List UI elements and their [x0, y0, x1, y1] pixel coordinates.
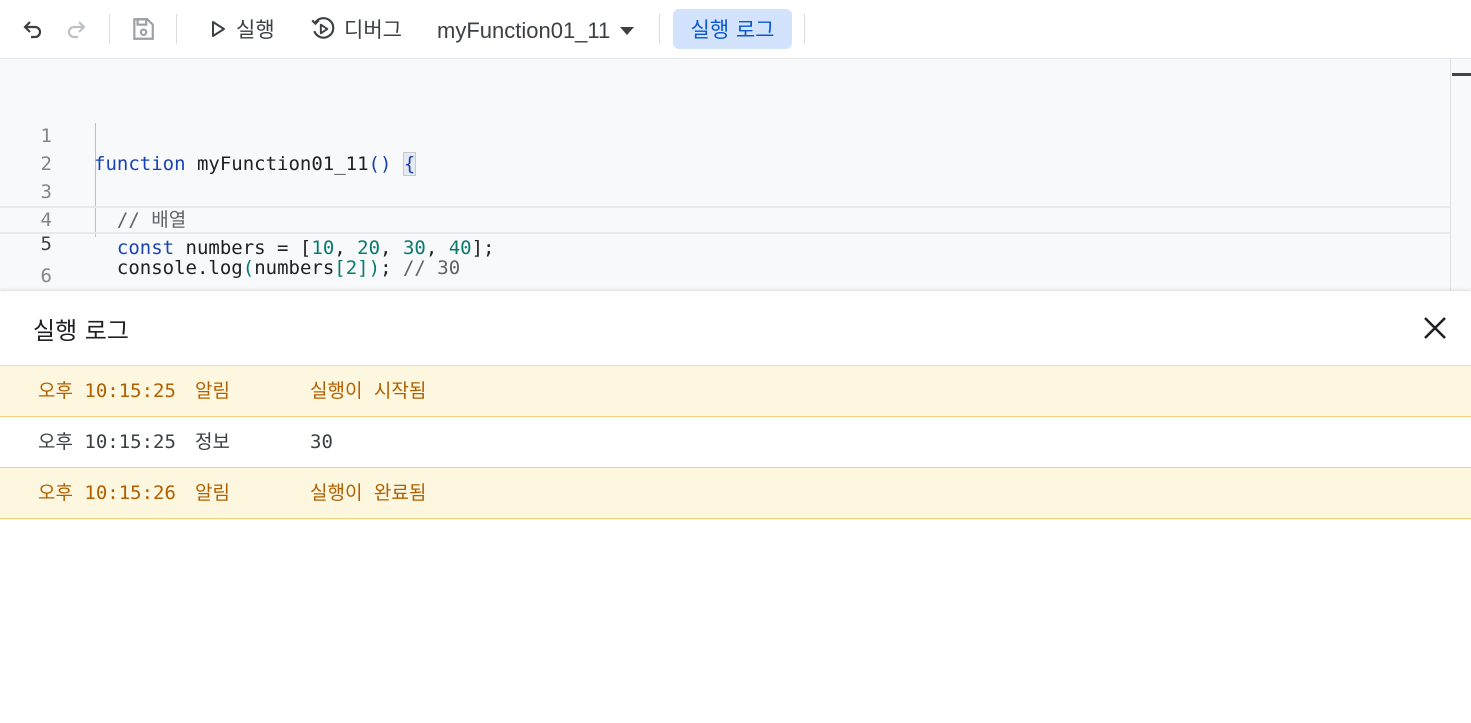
log-level: 알림: [195, 380, 230, 402]
editor-scrollbar[interactable]: [1450, 59, 1451, 291]
log-message: 실행이 시작됨: [310, 380, 427, 402]
redo-icon[interactable]: [63, 16, 89, 42]
toolbar-divider: [659, 14, 660, 44]
code-line[interactable]: 4 const numbers = [10, 20, 30, 40];: [0, 178, 1450, 259]
toolbar-divider: [109, 14, 110, 44]
log-row: 오후 10:15:25 정보 30: [0, 417, 1471, 468]
save-icon[interactable]: [130, 16, 156, 42]
log-level: 정보: [195, 431, 230, 453]
function-name: myFunction01_11: [437, 18, 611, 43]
caret-down-icon: [620, 27, 635, 35]
play-icon: [212, 21, 225, 37]
toolbar-divider: [176, 14, 177, 44]
run-button[interactable]: 실행: [208, 12, 275, 46]
log-message: 실행이 완료됨: [310, 482, 427, 504]
debug-button[interactable]: 디버그: [310, 12, 402, 46]
toolbar: 실행 디버그 myFunction01_11 실행 로그: [0, 0, 1471, 59]
log-message: 30: [310, 431, 333, 453]
execution-log-panel: 실행 로그 오후 10:15:25 알림 실행이 시작됨 오후 10:15:25…: [0, 291, 1471, 519]
log-time: 오후 10:15:25: [38, 431, 176, 453]
close-icon[interactable]: [1420, 313, 1450, 343]
run-label: 실행: [236, 18, 275, 42]
undo-icon[interactable]: [20, 16, 46, 42]
execution-log-label: 실행 로그: [690, 18, 775, 42]
code-line[interactable]: 1 function myFunction01_11() {: [0, 94, 1450, 176]
code-line-current[interactable]: 5 console.log(numbers[2]); // 30: [0, 206, 1450, 279]
code-line[interactable]: 2: [0, 122, 1450, 175]
log-row: 오후 10:15:25 알림 실행이 시작됨: [0, 366, 1471, 417]
debug-icon: [311, 17, 335, 39]
log-time: 오후 10:15:26: [38, 482, 176, 504]
code-editor[interactable]: 1 function myFunction01_11() { 2 3 // 배열…: [0, 59, 1471, 316]
log-panel-title: 실행 로그: [33, 317, 129, 345]
code-line[interactable]: 6 }: [0, 234, 1450, 316]
toolbar-divider: [804, 14, 805, 44]
scroll-position-marker: [1452, 73, 1471, 76]
log-row: 오후 10:15:26 알림 실행이 완료됨: [0, 468, 1471, 519]
execution-log-button[interactable]: 실행 로그: [673, 9, 792, 49]
log-level: 알림: [195, 482, 230, 504]
log-panel-header: 실행 로그: [0, 291, 1471, 366]
log-time: 오후 10:15:25: [38, 380, 176, 402]
code-line[interactable]: 3 // 배열: [0, 150, 1450, 231]
debug-label: 디버그: [344, 18, 402, 42]
code-line[interactable]: 7: [0, 262, 1450, 315]
function-selector[interactable]: myFunction01_11: [437, 14, 636, 48]
